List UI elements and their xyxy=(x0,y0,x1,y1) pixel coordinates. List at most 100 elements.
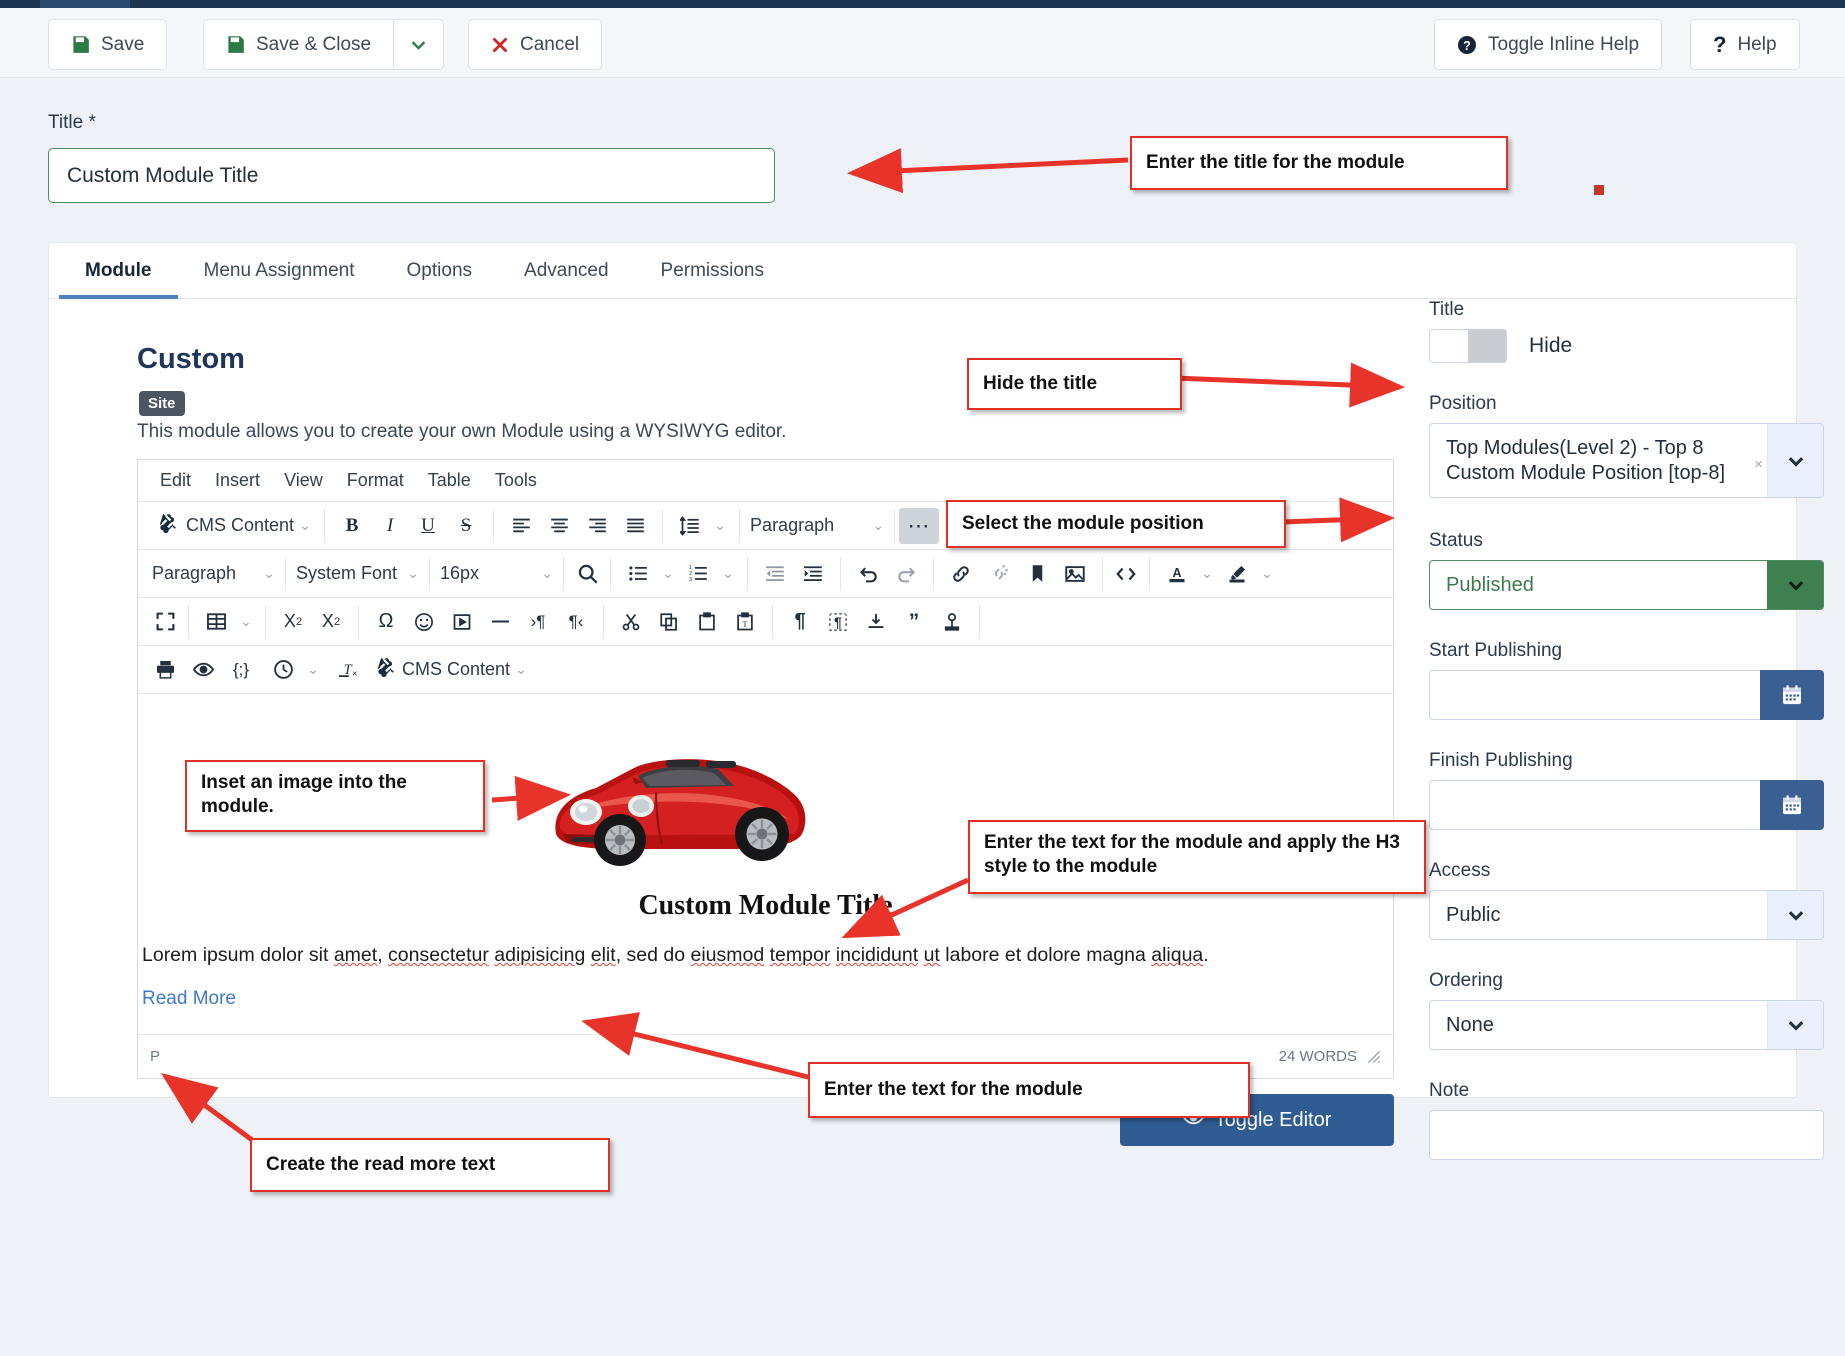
cms-content-label[interactable]: CMS Content xyxy=(186,515,294,536)
image-icon[interactable] xyxy=(1056,557,1094,591)
special-character-icon[interactable]: Ω xyxy=(367,605,405,639)
superscript-icon[interactable]: X2 xyxy=(312,605,350,639)
clock-icon[interactable] xyxy=(264,653,302,687)
position-select[interactable]: Top Modules(Level 2) - Top 8 Custom Modu… xyxy=(1429,423,1824,498)
menu-edit[interactable]: Edit xyxy=(150,466,201,495)
block-format-select[interactable]: Paragraph ⌄ xyxy=(146,557,281,591)
indent-icon[interactable] xyxy=(794,557,832,591)
align-right-icon[interactable] xyxy=(578,509,616,543)
cms-content-label-2[interactable]: CMS Content xyxy=(402,659,510,680)
align-left-icon[interactable] xyxy=(502,509,540,543)
menu-insert[interactable]: Insert xyxy=(205,466,270,495)
numbered-list-icon[interactable]: 123 xyxy=(679,557,717,591)
line-height-icon[interactable] xyxy=(671,509,709,543)
save-button[interactable]: Save xyxy=(48,19,167,70)
preview-icon[interactable] xyxy=(184,653,222,687)
fullscreen-icon[interactable] xyxy=(146,605,184,639)
bullet-list-icon[interactable] xyxy=(619,557,657,591)
chevron-down-icon[interactable]: ⌄ xyxy=(1196,557,1218,591)
show-invisible-chars-icon[interactable]: ¶ xyxy=(819,605,857,639)
title-input[interactable] xyxy=(48,148,775,203)
tab-menu-assignment[interactable]: Menu Assignment xyxy=(178,244,381,298)
underline-icon[interactable]: U xyxy=(409,509,447,543)
blockquote-icon[interactable]: ” xyxy=(895,605,933,639)
table-icon[interactable] xyxy=(197,605,235,639)
tab-advanced[interactable]: Advanced xyxy=(498,244,635,298)
menu-table[interactable]: Table xyxy=(418,466,481,495)
save-dropdown-toggle[interactable] xyxy=(393,19,444,70)
bookmark-icon[interactable] xyxy=(1018,557,1056,591)
rtl-direction-icon[interactable]: ¶‹ xyxy=(557,605,595,639)
cut-icon[interactable] xyxy=(612,605,650,639)
undo-icon[interactable] xyxy=(849,557,887,591)
svg-text:?: ? xyxy=(1463,39,1471,53)
read-more-link[interactable]: Read More xyxy=(142,988,236,1010)
chevron-down-icon[interactable]: ⌄ xyxy=(235,605,257,639)
font-size-select[interactable]: 16px ⌄ xyxy=(434,557,559,591)
chevron-down-icon[interactable]: ⌄ xyxy=(302,653,324,687)
font-family-select[interactable]: System Font ⌄ xyxy=(290,557,425,591)
emoticon-icon[interactable] xyxy=(405,605,443,639)
chevron-down-icon[interactable]: ⌄ xyxy=(294,509,316,543)
cancel-button[interactable]: Cancel xyxy=(468,19,602,70)
paste-as-text-icon[interactable]: T xyxy=(726,605,764,639)
chevron-down-icon[interactable]: ⌄ xyxy=(1256,557,1278,591)
text-color-icon[interactable]: A xyxy=(1158,557,1196,591)
tab-module[interactable]: Module xyxy=(59,244,178,298)
note-input[interactable] xyxy=(1429,1110,1824,1160)
clear-position-icon[interactable]: × xyxy=(1754,456,1763,475)
paste-icon[interactable] xyxy=(688,605,726,639)
finish-publishing-field: Finish Publishing xyxy=(1429,750,1829,830)
tab-options[interactable]: Options xyxy=(381,244,498,298)
align-center-icon[interactable] xyxy=(540,509,578,543)
hide-title-toggle[interactable] xyxy=(1429,329,1507,363)
save-and-close-button[interactable]: Save & Close xyxy=(203,19,393,70)
menu-format[interactable]: Format xyxy=(337,466,414,495)
ltr-direction-icon[interactable]: ›¶ xyxy=(519,605,557,639)
copy-icon[interactable] xyxy=(650,605,688,639)
print-icon[interactable] xyxy=(146,653,184,687)
calendar-icon[interactable] xyxy=(1760,780,1824,830)
chevron-down-icon: ⌄ xyxy=(407,565,419,582)
menu-view[interactable]: View xyxy=(274,466,333,495)
tab-permissions[interactable]: Permissions xyxy=(635,244,790,298)
sidebar-title-label: Title xyxy=(1429,299,1829,321)
ordering-label: Ordering xyxy=(1429,970,1829,992)
horizontal-rule-icon[interactable] xyxy=(481,605,519,639)
italic-icon[interactable]: I xyxy=(371,509,409,543)
subscript-icon[interactable]: X2 xyxy=(274,605,312,639)
more-options-icon[interactable]: ⋯ xyxy=(899,508,939,544)
code-sample-icon[interactable]: {;} xyxy=(222,653,260,687)
anchor-icon[interactable] xyxy=(933,605,971,639)
highlight-color-icon[interactable] xyxy=(1218,557,1256,591)
unlink-icon[interactable] xyxy=(980,557,1018,591)
clear-formatting-icon[interactable]: T× xyxy=(328,653,366,687)
chevron-down-icon[interactable]: ⌄ xyxy=(709,509,731,543)
start-publishing-input[interactable] xyxy=(1429,670,1760,720)
calendar-icon[interactable] xyxy=(1760,670,1824,720)
toolbar-separator xyxy=(563,557,564,591)
redo-icon[interactable] xyxy=(887,557,925,591)
media-icon[interactable] xyxy=(443,605,481,639)
chevron-down-icon[interactable]: ⌄ xyxy=(510,653,532,687)
chevron-down-icon[interactable]: ⌄ xyxy=(657,557,679,591)
style-select[interactable]: Paragraph ⌄ xyxy=(744,509,890,543)
page-break-icon[interactable] xyxy=(857,605,895,639)
toggle-inline-help-button[interactable]: ? Toggle Inline Help xyxy=(1434,19,1662,70)
status-select[interactable]: Published xyxy=(1429,560,1824,610)
link-icon[interactable] xyxy=(942,557,980,591)
chevron-down-icon[interactable]: ⌄ xyxy=(717,557,739,591)
menu-tools[interactable]: Tools xyxy=(485,466,547,495)
strikethrough-icon[interactable]: S xyxy=(447,509,485,543)
source-code-icon[interactable] xyxy=(1107,557,1145,591)
access-select[interactable]: Public xyxy=(1429,890,1824,940)
pilcrow-icon[interactable]: ¶ xyxy=(781,605,819,639)
bold-icon[interactable]: B xyxy=(333,509,371,543)
align-justify-icon[interactable] xyxy=(616,509,654,543)
help-button[interactable]: ? Help xyxy=(1690,19,1800,70)
ordering-select[interactable]: None xyxy=(1429,1000,1824,1050)
finish-publishing-input[interactable] xyxy=(1429,780,1760,830)
resize-handle[interactable] xyxy=(1367,1050,1381,1064)
outdent-icon[interactable] xyxy=(756,557,794,591)
search-icon[interactable] xyxy=(568,557,606,591)
